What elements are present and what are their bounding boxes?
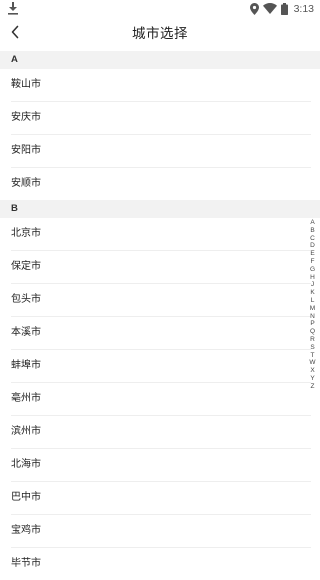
index-letter[interactable]: L	[311, 297, 315, 305]
city-list-item[interactable]: 北海市	[11, 449, 311, 482]
index-letter[interactable]: A	[310, 219, 314, 227]
index-letter[interactable]: E	[310, 250, 314, 258]
city-list-item[interactable]: 蚌埠市	[11, 350, 311, 383]
index-letter[interactable]: S	[310, 344, 314, 352]
index-letter[interactable]: Y	[310, 375, 314, 383]
city-list-item[interactable]: 包头市	[11, 284, 311, 317]
city-list-item[interactable]: 毕节市	[11, 548, 311, 580]
city-list-item[interactable]: 宝鸡市	[11, 515, 311, 548]
index-letter[interactable]: C	[310, 235, 315, 243]
city-list-item[interactable]: 巴中市	[11, 482, 311, 515]
index-letter[interactable]: H	[310, 274, 315, 282]
city-list-item[interactable]: 滨州市	[11, 416, 311, 449]
index-letter[interactable]: B	[310, 227, 314, 235]
city-list-item[interactable]: 亳州市	[11, 383, 311, 416]
index-letter[interactable]: P	[310, 320, 314, 328]
city-list: A 鞍山市 安庆市 安阳市 安顺市 B 北京市 保定市 包头市 本溪市 蚌埠市 亳州市 滨州市 北海市 巴中…	[0, 51, 320, 580]
city-list-item[interactable]: 安顺市	[11, 168, 311, 200]
city-list-item[interactable]: 保定市	[11, 251, 311, 284]
location-icon	[249, 2, 259, 15]
index-letter[interactable]: Q	[310, 328, 315, 336]
wifi-icon	[262, 3, 277, 14]
index-letter[interactable]: M	[310, 305, 315, 313]
battery-icon	[280, 2, 288, 15]
index-letter[interactable]: R	[310, 336, 315, 344]
section-header: B	[0, 200, 320, 218]
index-letter[interactable]: D	[310, 242, 315, 250]
page-title: 城市选择	[132, 26, 188, 42]
index-letter[interactable]: W	[309, 359, 315, 367]
city-list-item[interactable]: 本溪市	[11, 317, 311, 350]
alphabet-index-bar[interactable]: ABCDEFGHJKLMNPQRSTWXYZ	[308, 219, 317, 391]
city-group: 北京市 保定市 包头市 本溪市 蚌埠市 亳州市 滨州市 北海市 巴中市 宝鸡市 毕节市	[0, 218, 320, 580]
index-letter[interactable]: K	[310, 289, 314, 297]
city-list-item[interactable]: 北京市	[11, 218, 311, 251]
city-list-item[interactable]: 安阳市	[11, 135, 311, 168]
index-letter[interactable]: N	[310, 313, 315, 321]
city-group: 鞍山市 安庆市 安阳市 安顺市	[0, 69, 320, 200]
index-letter[interactable]: G	[310, 266, 315, 274]
status-bar: 3:13	[0, 0, 320, 17]
index-letter[interactable]: T	[311, 352, 315, 360]
status-time: 3:13	[293, 2, 314, 15]
section-header: A	[0, 51, 320, 69]
download-icon	[8, 2, 18, 15]
status-right: 3:13	[249, 1, 314, 16]
index-letter[interactable]: X	[310, 367, 314, 375]
city-list-item[interactable]: 安庆市	[11, 102, 311, 135]
header: 城市选择	[0, 17, 320, 47]
city-list-item[interactable]: 鞍山市	[11, 69, 311, 102]
index-letter[interactable]: J	[311, 281, 314, 289]
index-letter[interactable]: Z	[311, 383, 315, 391]
index-letter[interactable]: F	[311, 258, 315, 266]
